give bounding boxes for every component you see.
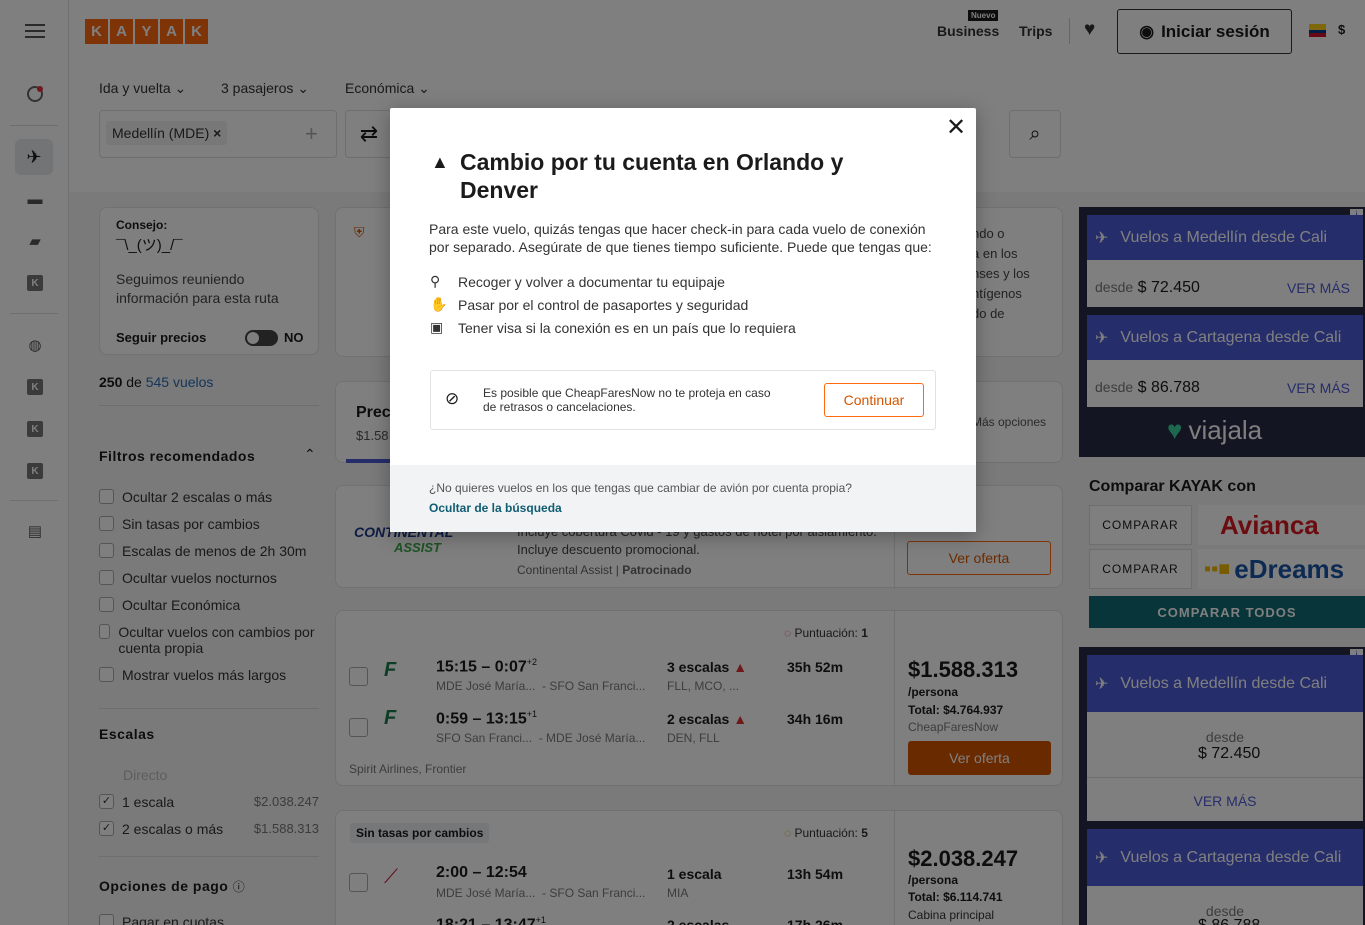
self-transfer-dialog: ✕ ▲ Cambio por tu cuenta en Orlando y De…	[390, 108, 976, 532]
footer-question: ¿No quieres vuelos en los que tengas que…	[429, 481, 852, 495]
close-icon[interactable]: ✕	[946, 116, 966, 140]
luggage-icon: ⚲	[430, 273, 441, 289]
warning-icon: ▲	[431, 152, 449, 172]
requirement-item: ⚲ Recoger y volver a documentar tu equipa…	[430, 273, 725, 290]
requirement-item: ▣ Tener visa si la conexión es en un país…	[430, 319, 796, 336]
dialog-footer: ¿No quieres vuelos en los que tengas que…	[390, 465, 976, 532]
protection-notice: ⊘ Es posible que CheapFaresNow no te pro…	[430, 370, 936, 430]
dialog-title: Cambio por tu cuenta en Orlando y Denver	[460, 149, 844, 203]
hide-from-search-link[interactable]: Ocultar de la búsqueda	[429, 501, 562, 515]
continue-button[interactable]: Continuar	[824, 383, 924, 417]
no-protection-icon: ⊘	[445, 389, 460, 408]
notice-text: Es posible que CheapFaresNow no te prote…	[483, 386, 771, 414]
requirement-item: ✋ Pasar por el control de pasaportes y se…	[430, 296, 749, 313]
hand-icon: ✋	[430, 296, 448, 312]
passport-icon: ▣	[430, 319, 444, 335]
dialog-intro: Para este vuelo, quizás tengas que hacer…	[429, 221, 932, 255]
